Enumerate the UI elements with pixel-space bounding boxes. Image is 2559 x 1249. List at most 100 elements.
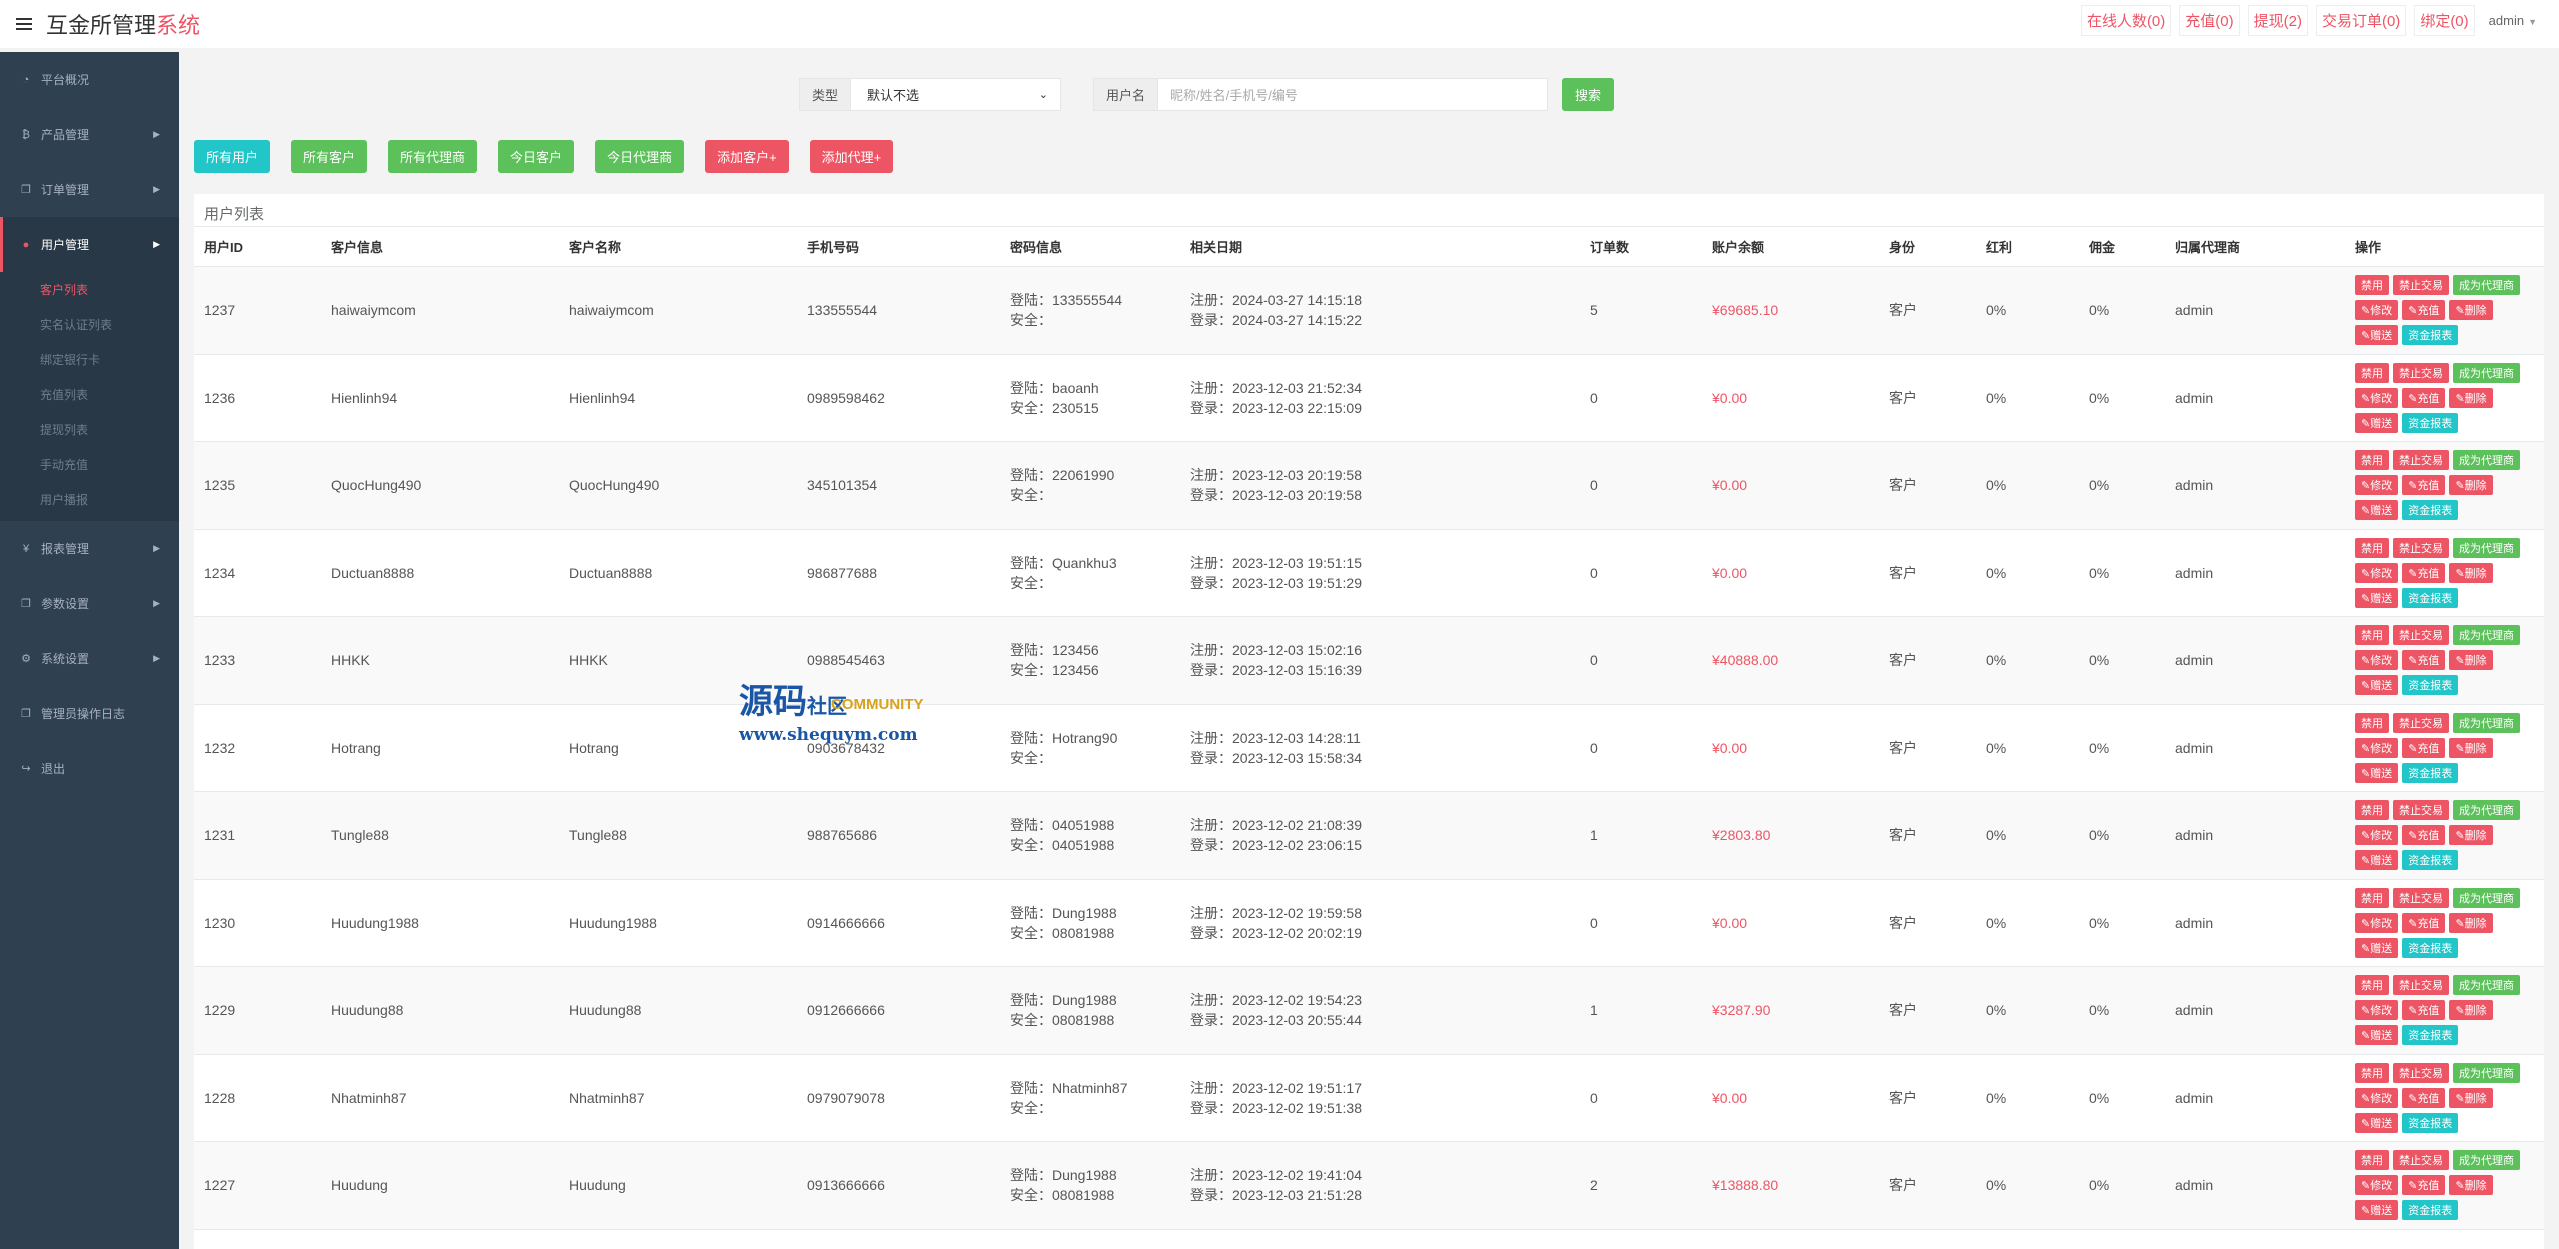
- today-customers-button[interactable]: 今日客户: [498, 140, 575, 173]
- edit-button[interactable]: ✎修改: [2355, 300, 2399, 321]
- disable-button[interactable]: 禁用: [2355, 800, 2389, 821]
- gift-button[interactable]: ✎赠送: [2355, 1200, 2399, 1221]
- disable-button[interactable]: 禁用: [2355, 537, 2389, 558]
- gift-button[interactable]: ✎赠送: [2355, 412, 2399, 433]
- disable-button[interactable]: 禁用: [2355, 625, 2389, 646]
- make-agent-button[interactable]: 成为代理商: [2453, 975, 2520, 996]
- edit-button[interactable]: ✎修改: [2355, 650, 2399, 671]
- fund-report-button[interactable]: 资金报表: [2402, 325, 2459, 346]
- make-agent-button[interactable]: 成为代理商: [2453, 625, 2520, 646]
- delete-button[interactable]: ✎删除: [2449, 737, 2493, 758]
- recharge-button[interactable]: ✎充值: [2402, 300, 2446, 321]
- all-users-button[interactable]: 所有用户: [194, 140, 271, 173]
- ban-trading-button[interactable]: 禁止交易: [2393, 275, 2449, 296]
- delete-button[interactable]: ✎删除: [2449, 1087, 2493, 1108]
- gift-button[interactable]: ✎赠送: [2355, 937, 2399, 958]
- sidebar-subitem-customer-list[interactable]: 客户列表: [0, 272, 179, 307]
- fund-report-button[interactable]: 资金报表: [2402, 1025, 2459, 1046]
- delete-button[interactable]: ✎删除: [2449, 650, 2493, 671]
- ban-trading-button[interactable]: 禁止交易: [2393, 712, 2449, 733]
- gift-button[interactable]: ✎赠送: [2355, 675, 2399, 696]
- hamburger-menu-icon[interactable]: [16, 18, 32, 30]
- ban-trading-button[interactable]: 禁止交易: [2393, 537, 2449, 558]
- make-agent-button[interactable]: 成为代理商: [2453, 1150, 2520, 1171]
- fund-report-button[interactable]: 资金报表: [2402, 1200, 2459, 1221]
- delete-button[interactable]: ✎删除: [2449, 475, 2493, 496]
- delete-button[interactable]: ✎删除: [2449, 1000, 2493, 1021]
- make-agent-button[interactable]: 成为代理商: [2453, 275, 2520, 296]
- edit-button[interactable]: ✎修改: [2355, 737, 2399, 758]
- gift-button[interactable]: ✎赠送: [2355, 1025, 2399, 1046]
- recharge-button[interactable]: ✎充值: [2402, 1087, 2446, 1108]
- username-search-input[interactable]: 昵称/姓名/手机号/编号: [1158, 78, 1549, 111]
- disable-button[interactable]: 禁用: [2355, 712, 2389, 733]
- edit-button[interactable]: ✎修改: [2355, 1175, 2399, 1196]
- recharge-button[interactable]: ✎充值: [2402, 912, 2446, 933]
- fund-report-button[interactable]: 资金报表: [2402, 500, 2459, 521]
- recharge-button[interactable]: ✎充值: [2402, 737, 2446, 758]
- ban-trading-button[interactable]: 禁止交易: [2393, 800, 2449, 821]
- recharge-button[interactable]: ✎充值: [2402, 825, 2446, 846]
- recharge-button[interactable]: ✎充值: [2402, 650, 2446, 671]
- add-agent-button[interactable]: 添加代理+: [809, 140, 894, 173]
- admin-user-menu[interactable]: admin ▼: [2483, 9, 2543, 32]
- fund-report-button[interactable]: 资金报表: [2402, 762, 2459, 783]
- type-select[interactable]: 默认不选 ⌄: [851, 78, 1062, 111]
- bind-link[interactable]: 绑定(0): [2414, 4, 2475, 36]
- withdraw-link[interactable]: 提现(2): [2247, 4, 2308, 36]
- sidebar-item-admin-log[interactable]: ❐ 管理员操作日志: [0, 686, 179, 741]
- search-button[interactable]: 搜索: [1562, 78, 1615, 111]
- recharge-link[interactable]: 充值(0): [2179, 4, 2240, 36]
- sidebar-item-params[interactable]: ❐ 参数设置 ▶: [0, 576, 179, 631]
- make-agent-button[interactable]: 成为代理商: [2453, 362, 2520, 383]
- make-agent-button[interactable]: 成为代理商: [2453, 1062, 2520, 1083]
- delete-button[interactable]: ✎删除: [2449, 300, 2493, 321]
- make-agent-button[interactable]: 成为代理商: [2453, 450, 2520, 471]
- disable-button[interactable]: 禁用: [2355, 975, 2389, 996]
- make-agent-button[interactable]: 成为代理商: [2453, 712, 2520, 733]
- disable-button[interactable]: 禁用: [2355, 1150, 2389, 1171]
- delete-button[interactable]: ✎删除: [2449, 1175, 2493, 1196]
- sidebar-item-logout[interactable]: ↪ 退出: [0, 741, 179, 796]
- fund-report-button[interactable]: 资金报表: [2402, 587, 2459, 608]
- disable-button[interactable]: 禁用: [2355, 1062, 2389, 1083]
- ban-trading-button[interactable]: 禁止交易: [2393, 887, 2449, 908]
- today-agents-button[interactable]: 今日代理商: [595, 140, 685, 173]
- gift-button[interactable]: ✎赠送: [2355, 325, 2399, 346]
- ban-trading-button[interactable]: 禁止交易: [2393, 975, 2449, 996]
- fund-report-button[interactable]: 资金报表: [2402, 937, 2459, 958]
- all-agents-button[interactable]: 所有代理商: [388, 140, 478, 173]
- sidebar-subitem-bank-cards[interactable]: 绑定银行卡: [0, 342, 179, 377]
- recharge-button[interactable]: ✎充值: [2402, 1175, 2446, 1196]
- gift-button[interactable]: ✎赠送: [2355, 1112, 2399, 1133]
- delete-button[interactable]: ✎删除: [2449, 387, 2493, 408]
- sidebar-item-products[interactable]: ₿ 产品管理 ▶: [0, 107, 179, 162]
- gift-button[interactable]: ✎赠送: [2355, 500, 2399, 521]
- delete-button[interactable]: ✎删除: [2449, 825, 2493, 846]
- sidebar-item-users[interactable]: ● 用户管理 ▶: [0, 217, 179, 272]
- ban-trading-button[interactable]: 禁止交易: [2393, 450, 2449, 471]
- make-agent-button[interactable]: 成为代理商: [2453, 537, 2520, 558]
- gift-button[interactable]: ✎赠送: [2355, 587, 2399, 608]
- sidebar-subitem-recharge-list[interactable]: 充值列表: [0, 377, 179, 412]
- sidebar-item-reports[interactable]: ¥ 报表管理 ▶: [0, 521, 179, 576]
- recharge-button[interactable]: ✎充值: [2402, 562, 2446, 583]
- sidebar-item-dashboard[interactable]: ◔ 平台概况: [0, 52, 179, 107]
- delete-button[interactable]: ✎删除: [2449, 562, 2493, 583]
- disable-button[interactable]: 禁用: [2355, 450, 2389, 471]
- sidebar-item-system[interactable]: ⚙ 系统设置 ▶: [0, 631, 179, 686]
- gift-button[interactable]: ✎赠送: [2355, 762, 2399, 783]
- sidebar-subitem-manual-recharge[interactable]: 手动充值: [0, 447, 179, 482]
- make-agent-button[interactable]: 成为代理商: [2453, 887, 2520, 908]
- recharge-button[interactable]: ✎充值: [2402, 475, 2446, 496]
- sidebar-item-orders[interactable]: ❐ 订单管理 ▶: [0, 162, 179, 217]
- disable-button[interactable]: 禁用: [2355, 887, 2389, 908]
- fund-report-button[interactable]: 资金报表: [2402, 850, 2459, 871]
- edit-button[interactable]: ✎修改: [2355, 475, 2399, 496]
- sidebar-subitem-withdraw-list[interactable]: 提现列表: [0, 412, 179, 447]
- edit-button[interactable]: ✎修改: [2355, 825, 2399, 846]
- edit-button[interactable]: ✎修改: [2355, 1087, 2399, 1108]
- disable-button[interactable]: 禁用: [2355, 362, 2389, 383]
- ban-trading-button[interactable]: 禁止交易: [2393, 362, 2449, 383]
- delete-button[interactable]: ✎删除: [2449, 912, 2493, 933]
